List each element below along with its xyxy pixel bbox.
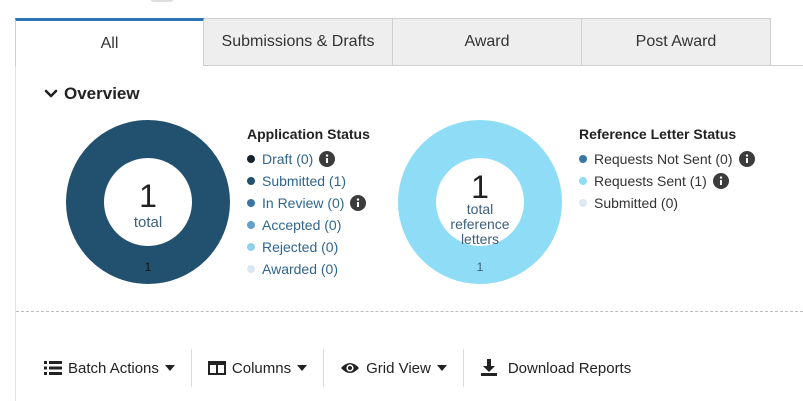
legend-label: In Review (0)	[262, 195, 345, 211]
tab-submissions-drafts[interactable]: Submissions & Drafts	[204, 18, 393, 66]
legend-item-requests-sent[interactable]: Requests Sent (1)	[579, 170, 755, 192]
legend-dot	[579, 155, 587, 163]
legend-dot	[247, 243, 255, 251]
application-donut-center: 1 total	[66, 180, 230, 231]
info-icon[interactable]	[712, 173, 729, 189]
legend-dot	[247, 265, 255, 273]
legend-label: Submitted (1)	[262, 173, 347, 189]
tab-award[interactable]: Award	[393, 18, 582, 66]
tab-all[interactable]: All	[15, 18, 204, 66]
info-icon[interactable]	[319, 151, 336, 167]
reference-donut-center: 1 total reference letters	[398, 169, 562, 247]
tab-all-label: All	[100, 34, 119, 52]
application-status-donut: 1 total 1	[66, 120, 230, 284]
legend-label: Requests Not Sent (0)	[594, 151, 733, 167]
caret-down-icon	[164, 365, 175, 371]
legend-label: Submitted (0)	[594, 195, 679, 211]
overview-title: Overview	[64, 84, 140, 103]
legend-dot	[579, 199, 587, 207]
tabs-baseline	[204, 65, 803, 66]
reference-total-label-3: letters	[460, 231, 500, 247]
application-segment-label: 1	[144, 260, 152, 274]
legend-label: Requests Sent (1)	[594, 173, 707, 189]
overview-toggle[interactable]: Overview	[44, 84, 140, 104]
application-total-label: total	[133, 214, 163, 231]
reference-legend-title: Reference Letter Status	[579, 126, 737, 142]
section-divider	[16, 311, 803, 312]
batch-actions-button[interactable]: Batch Actions	[44, 360, 175, 377]
legend-label: Rejected (0)	[262, 239, 339, 255]
legend-dot	[247, 221, 255, 229]
legend-item-in-review[interactable]: In Review (0)	[247, 192, 370, 214]
legend-dot	[579, 177, 587, 185]
legend-item-draft[interactable]: Draft (0)	[247, 148, 370, 170]
columns-label: Columns	[231, 359, 292, 377]
grid-toolbar: Batch Actions Columns Grid View Download…	[44, 348, 631, 388]
application-status-legend: Application Status Draft (0) Submitted (…	[247, 126, 370, 280]
download-icon	[480, 359, 497, 376]
download-reports-label: Download Reports	[507, 359, 632, 377]
grid-view-button[interactable]: Grid View	[340, 360, 447, 377]
columns-button[interactable]: Columns	[207, 359, 308, 377]
chevron-down-icon	[44, 89, 58, 98]
grid-view-label: Grid View	[366, 359, 431, 377]
tab-post-award-label: Post Award	[635, 33, 717, 50]
legend-dot	[247, 199, 255, 207]
download-reports-button[interactable]: Download Reports	[480, 359, 631, 377]
reference-letter-donut: 1 total reference letters 1	[398, 120, 562, 284]
legend-label: Awarded (0)	[262, 261, 339, 277]
info-icon[interactable]	[350, 195, 367, 211]
legend-label: Draft (0)	[262, 151, 314, 167]
reference-letter-legend: Reference Letter Status Requests Not Sen…	[579, 126, 755, 214]
toolbar-separator	[462, 349, 464, 387]
legend-item-rejected[interactable]: Rejected (0)	[247, 236, 370, 258]
eye-icon	[341, 363, 360, 373]
legend-dot	[247, 177, 255, 185]
legend-item-requests-not-sent[interactable]: Requests Not Sent (0)	[579, 148, 755, 170]
tab-award-label: Award	[464, 33, 510, 50]
info-icon[interactable]	[738, 151, 755, 167]
caret-down-icon	[436, 365, 447, 371]
reference-segment-label: 1	[476, 260, 484, 274]
toolbar-separator	[323, 349, 325, 387]
legend-item-submitted[interactable]: Submitted (1)	[247, 170, 370, 192]
panel-left-border	[15, 66, 16, 401]
top-tab-nub	[150, 0, 174, 2]
legend-label: Accepted (0)	[262, 217, 342, 233]
legend-dot	[247, 155, 255, 163]
reference-total-label-2: reference	[450, 216, 510, 232]
batch-actions-label: Batch Actions	[68, 359, 159, 377]
legend-item-awarded[interactable]: Awarded (0)	[247, 258, 370, 280]
tab-submissions-drafts-label: Submissions & Drafts	[221, 33, 375, 50]
columns-icon	[207, 361, 226, 375]
application-total-count: 1	[139, 178, 157, 214]
caret-down-icon	[297, 365, 308, 371]
reference-total-label: total	[466, 201, 494, 217]
tab-bar: All Submissions & Drafts Award Post Awar…	[15, 18, 771, 66]
legend-item-ref-submitted[interactable]: Submitted (0)	[579, 192, 755, 214]
list-icon	[44, 361, 62, 375]
application-legend-title: Application Status	[247, 126, 370, 142]
toolbar-separator	[190, 349, 192, 387]
tab-post-award[interactable]: Post Award	[582, 18, 771, 66]
legend-item-accepted[interactable]: Accepted (0)	[247, 214, 370, 236]
reference-total-count: 1	[471, 169, 489, 205]
